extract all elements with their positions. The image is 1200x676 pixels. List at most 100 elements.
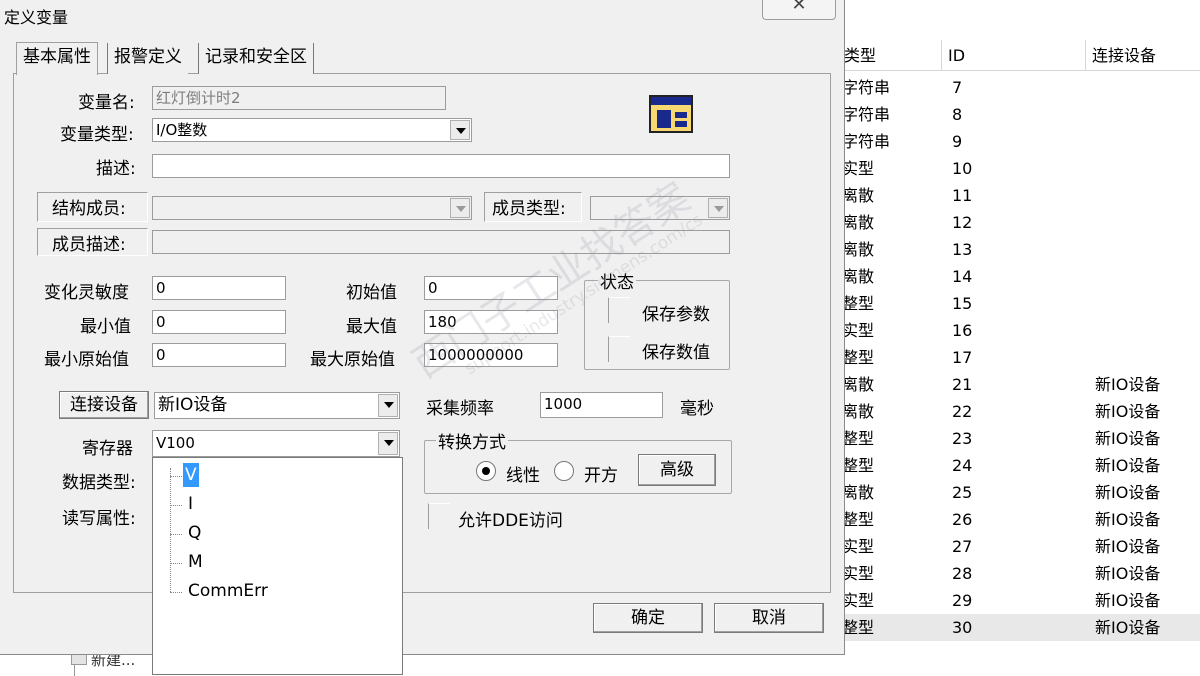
- tree-line: [170, 468, 171, 592]
- var-type-value: I/O整数: [156, 121, 208, 139]
- conversion-group-title: 转换方式: [436, 428, 508, 453]
- cell-id: 21: [952, 375, 973, 394]
- member-desc-field: [152, 230, 730, 254]
- chevron-down-icon[interactable]: [378, 394, 398, 417]
- table-row[interactable]: 字符串 9: [838, 128, 1200, 155]
- table-row[interactable]: 整型 17: [838, 344, 1200, 371]
- register-dropdown-list: V I Q M CommErr: [152, 457, 403, 675]
- table-row[interactable]: 实型 27 新IO设备: [838, 533, 1200, 560]
- chevron-down-icon: [450, 198, 470, 218]
- table-row[interactable]: 离散 12: [838, 209, 1200, 236]
- cell-type: 字符串: [842, 78, 891, 97]
- cell-type: 整型: [842, 618, 875, 637]
- table-row[interactable]: 离散 22 新IO设备: [838, 398, 1200, 425]
- table-row[interactable]: 离散 14: [838, 263, 1200, 290]
- cell-id: 11: [952, 186, 973, 205]
- table-row[interactable]: 实型 29 新IO设备: [838, 587, 1200, 614]
- linear-radio[interactable]: [476, 461, 496, 481]
- chevron-down-icon[interactable]: [450, 120, 470, 140]
- max-field[interactable]: 180: [424, 310, 558, 334]
- cell-device: 新IO设备: [1095, 402, 1161, 421]
- table-row[interactable]: 字符串 7: [838, 74, 1200, 101]
- connect-device-select[interactable]: 新IO设备: [154, 392, 400, 419]
- max-raw-label: 最大原始值: [310, 350, 395, 370]
- column-type[interactable]: 类型: [838, 40, 942, 71]
- table-row[interactable]: 离散 25 新IO设备: [838, 479, 1200, 506]
- advanced-button[interactable]: 高级: [638, 454, 716, 486]
- table-row[interactable]: 整型 30 新IO设备: [838, 614, 1200, 641]
- cell-device: 新IO设备: [1095, 456, 1161, 475]
- column-id[interactable]: ID: [942, 40, 1086, 71]
- sensitivity-field[interactable]: 0: [152, 276, 286, 300]
- register-select[interactable]: V100: [152, 430, 400, 457]
- save-params-checkbox[interactable]: [608, 297, 630, 323]
- tree-branch: [170, 534, 182, 535]
- table-row[interactable]: 实型 16: [838, 317, 1200, 344]
- cell-device: 新IO设备: [1095, 618, 1161, 637]
- register-option-q[interactable]: Q: [186, 521, 203, 545]
- close-button[interactable]: ✕: [762, 0, 836, 20]
- variable-properties-icon: [649, 95, 693, 133]
- chevron-down-icon[interactable]: [378, 432, 398, 455]
- dialog-title: 定义变量: [4, 8, 69, 27]
- cell-id: 7: [952, 78, 963, 97]
- struct-member-select: [152, 196, 472, 220]
- table-row[interactable]: 字符串 8: [838, 101, 1200, 128]
- column-device[interactable]: 连接设备: [1086, 40, 1200, 71]
- register-option-v[interactable]: V: [183, 463, 199, 487]
- table-row[interactable]: 整型 24 新IO设备: [838, 452, 1200, 479]
- cell-id: 13: [952, 240, 973, 259]
- allow-dde-checkbox[interactable]: [428, 503, 450, 529]
- tab-alarm-definition[interactable]: 报警定义: [107, 43, 188, 74]
- tab-basic-properties[interactable]: 基本属性: [16, 42, 98, 75]
- table-row[interactable]: 离散 11: [838, 182, 1200, 209]
- table-row[interactable]: 离散 21 新IO设备: [838, 371, 1200, 398]
- cell-type: 离散: [842, 186, 875, 205]
- initial-label: 初始值: [346, 283, 397, 303]
- connect-device-button[interactable]: 连接设备: [59, 391, 149, 419]
- table-row[interactable]: 离散 13: [838, 236, 1200, 263]
- table-row[interactable]: 实型 10: [838, 155, 1200, 182]
- sample-rate-field[interactable]: 1000: [540, 392, 663, 418]
- cell-type: 离散: [842, 483, 875, 502]
- min-field[interactable]: 0: [152, 310, 286, 334]
- cell-type: 整型: [842, 429, 875, 448]
- tree-branch: [170, 592, 182, 593]
- tab-record-security[interactable]: 记录和安全区: [198, 43, 314, 74]
- initial-field[interactable]: 0: [424, 276, 558, 300]
- cell-id: 14: [952, 267, 973, 286]
- table-row[interactable]: 整型 15: [838, 290, 1200, 317]
- cell-type: 离散: [842, 213, 875, 232]
- table-row[interactable]: 整型 26 新IO设备: [838, 506, 1200, 533]
- table-row[interactable]: 整型 23 新IO设备: [838, 425, 1200, 452]
- save-values-checkbox[interactable]: [608, 336, 630, 362]
- var-type-label: 变量类型:: [60, 125, 134, 145]
- max-raw-field[interactable]: 1000000000: [424, 343, 558, 367]
- var-name-field[interactable]: 红灯倒计时2: [152, 86, 446, 110]
- var-type-select[interactable]: I/O整数: [152, 118, 472, 142]
- min-raw-field[interactable]: 0: [152, 343, 286, 367]
- data-type-label: 数据类型:: [62, 473, 136, 493]
- sample-rate-unit: 毫秒: [680, 399, 714, 419]
- ok-button[interactable]: 确定: [593, 603, 703, 633]
- sqrt-radio[interactable]: [554, 461, 574, 481]
- description-field[interactable]: [152, 154, 730, 178]
- register-option-commerr[interactable]: CommErr: [186, 579, 270, 603]
- tree-branch: [170, 505, 182, 506]
- register-option-i[interactable]: I: [186, 492, 195, 516]
- table-row[interactable]: 实型 28 新IO设备: [838, 560, 1200, 587]
- sqrt-label: 开方: [584, 466, 618, 486]
- cell-id: 12: [952, 213, 973, 232]
- cell-type: 整型: [842, 510, 875, 529]
- cell-type: 实型: [842, 159, 875, 178]
- cell-id: 25: [952, 483, 973, 502]
- cell-type: 整型: [842, 456, 875, 475]
- register-option-m[interactable]: M: [186, 550, 205, 574]
- status-group-title: 状态: [598, 268, 636, 293]
- list-header: 类型 ID 连接设备: [838, 40, 1200, 71]
- cancel-button[interactable]: 取消: [714, 603, 824, 633]
- register-value: V100: [156, 434, 195, 452]
- chevron-down-icon: [708, 198, 728, 218]
- cell-type: 实型: [842, 537, 875, 556]
- cell-device: 新IO设备: [1095, 537, 1161, 556]
